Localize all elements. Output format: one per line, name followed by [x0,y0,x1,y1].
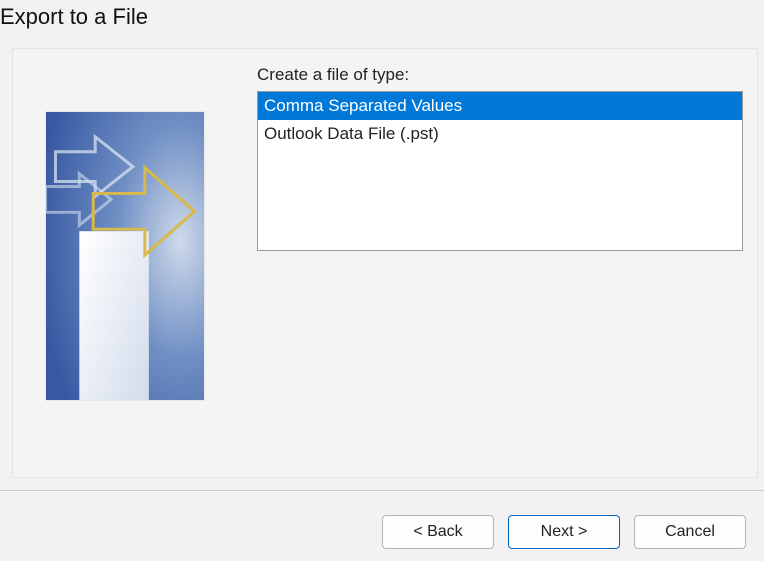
next-button[interactable]: Next > [508,515,620,549]
file-type-option-pst[interactable]: Outlook Data File (.pst) [258,120,742,148]
wizard-illustration [45,111,205,401]
separator [0,490,764,491]
wizard-button-row: < Back Next > Cancel [382,515,746,549]
file-type-option-csv[interactable]: Comma Separated Values [258,92,742,120]
file-type-listbox[interactable]: Comma Separated Values Outlook Data File… [257,91,743,251]
file-type-label: Create a file of type: [257,65,739,85]
wizard-content-panel: Create a file of type: Comma Separated V… [12,48,758,478]
file-type-form: Create a file of type: Comma Separated V… [257,65,739,251]
export-arrows-icon [46,112,204,400]
back-button[interactable]: < Back [382,515,494,549]
dialog-title: Export to a File [0,0,764,48]
cancel-button[interactable]: Cancel [634,515,746,549]
